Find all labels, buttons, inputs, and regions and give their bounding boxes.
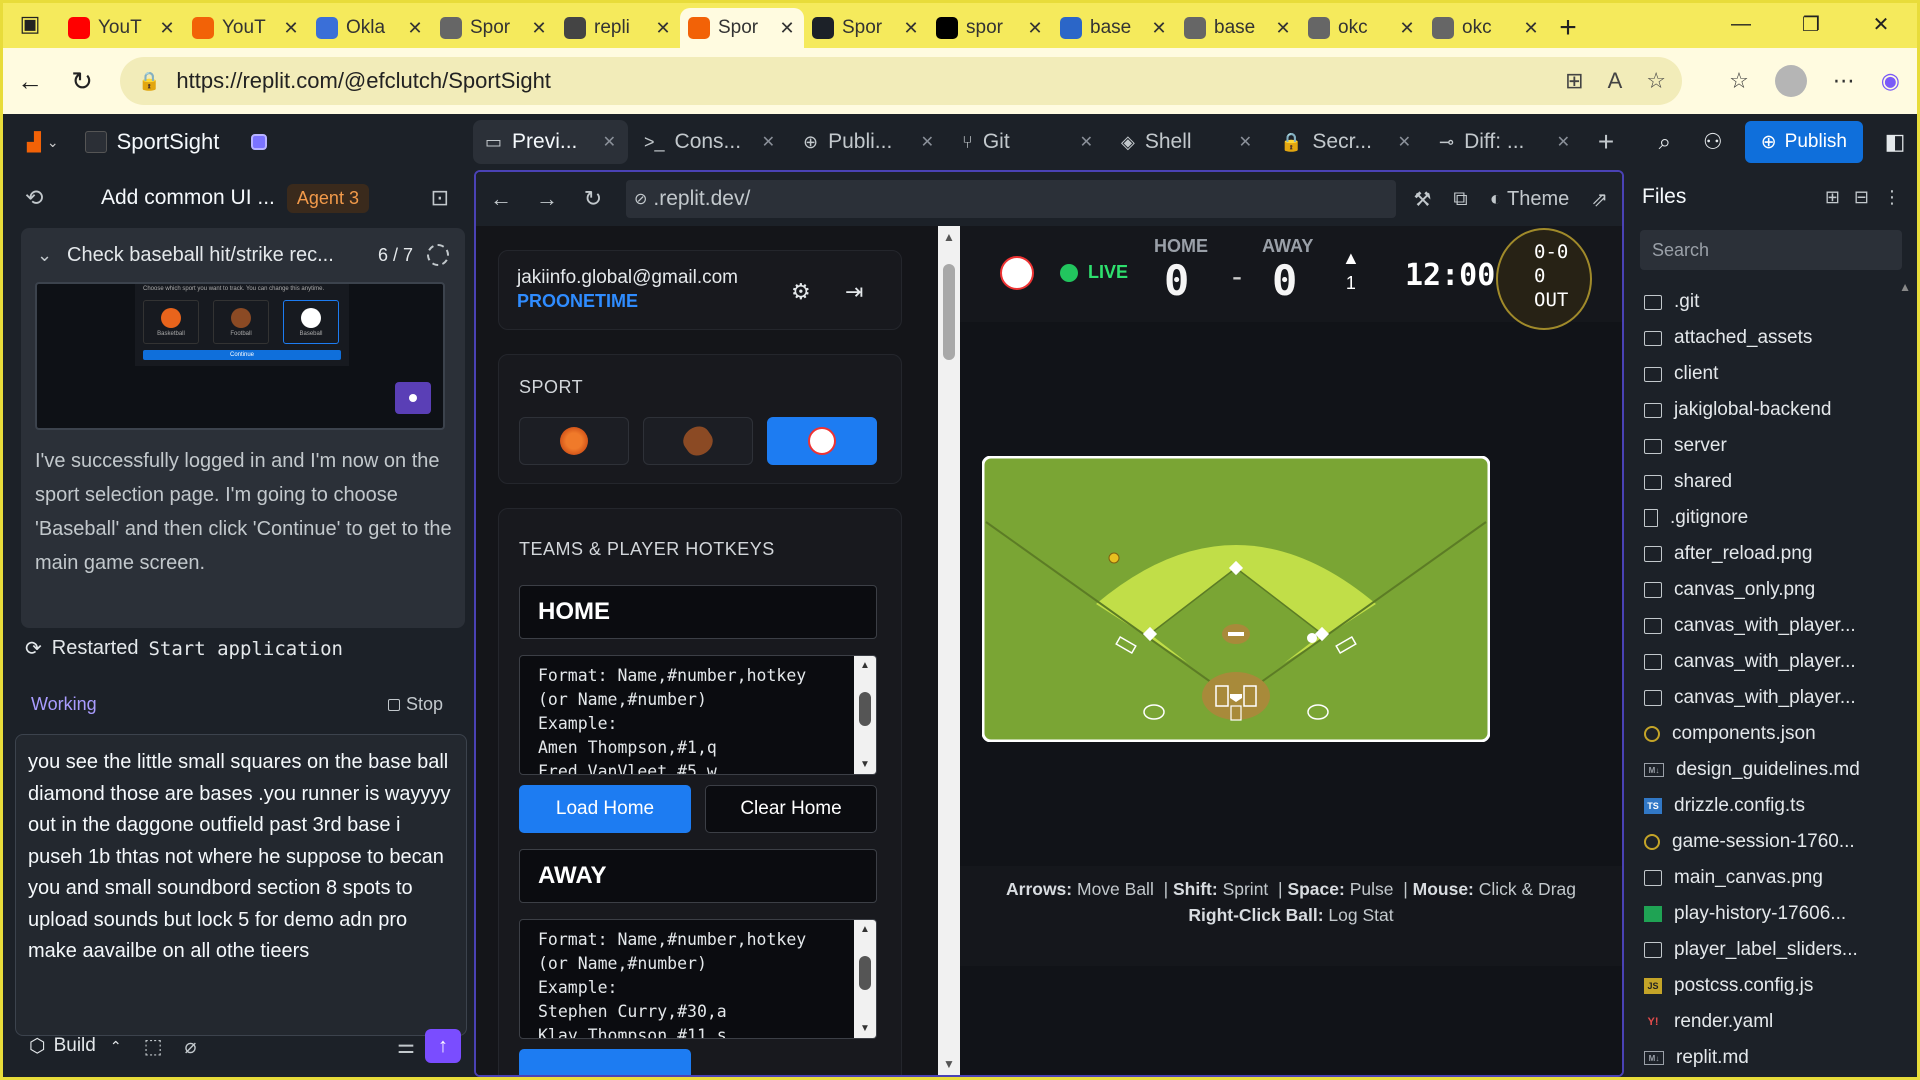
window-frame bbox=[0, 0, 1920, 1080]
